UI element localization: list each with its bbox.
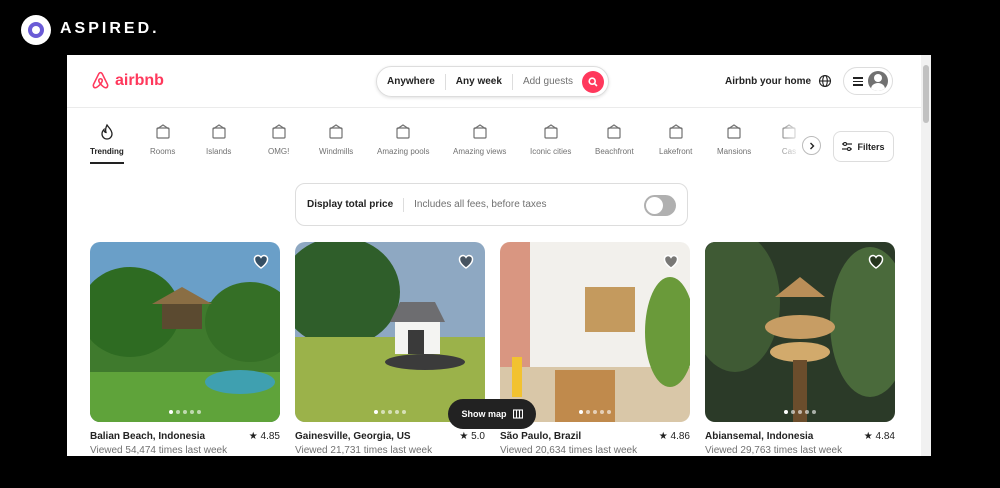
listing-views: Viewed 29,763 times last week [705, 445, 843, 456]
island-icon [212, 124, 226, 139]
category-amazing-views[interactable]: Amazing views [453, 123, 506, 156]
listing-photo[interactable] [90, 242, 280, 422]
category-islands[interactable]: Islands [206, 123, 231, 156]
chevron-right-icon [809, 142, 814, 149]
show-map-label: Show map [461, 409, 507, 419]
lake-icon [669, 124, 683, 139]
price-toggle-divider [403, 197, 405, 212]
listing-card[interactable]: Balian Beach, Indonesia ★ 4.85 Viewed 54,4… [90, 242, 280, 456]
category-trending[interactable]: Trending [90, 123, 124, 164]
filters-icon [842, 142, 853, 151]
listing-card[interactable]: Abiansemal, Indonesia ★ 4.84 Viewed 29,763… [705, 242, 895, 456]
airbnb-logo-text: airbnb [115, 71, 164, 89]
airbnb-logo[interactable]: airbnb [90, 70, 164, 91]
category-label: Windmills [319, 147, 354, 156]
trending-icon [101, 123, 113, 140]
bed-icon [156, 124, 170, 139]
category-mansions[interactable]: Mansions [717, 123, 751, 156]
search-anywhere[interactable]: Anywhere [377, 76, 445, 87]
category-lakefront[interactable]: Lakefront [659, 123, 692, 156]
listing-photo[interactable] [295, 242, 485, 422]
top-header: airbnb Anywhere Any week Add guests Airb… [67, 55, 921, 108]
listing-views: Viewed 21,731 times last week [295, 445, 433, 456]
category-next-button[interactable] [802, 136, 821, 155]
search-bar[interactable]: Anywhere Any week Add guests [376, 66, 609, 97]
view-icon [473, 124, 487, 139]
brand-bar: ASPIRED. [0, 0, 1000, 55]
search-add-guests[interactable]: Add guests [513, 76, 583, 87]
category-label: Lakefront [659, 147, 693, 156]
category-beachfront[interactable]: Beachfront [595, 123, 634, 156]
avatar-icon [868, 71, 888, 91]
search-button[interactable] [582, 71, 604, 93]
scrollbar-thumb[interactable] [923, 65, 929, 123]
display-total-price-detail: Includes all fees, before taxes [414, 199, 547, 210]
listing-photo[interactable] [705, 242, 895, 422]
photo-pagination-dots [90, 410, 280, 414]
map-icon [512, 409, 523, 419]
listing-location: São Paulo, Brazil [500, 431, 582, 442]
category-label: Rooms [150, 147, 176, 156]
user-menu-button[interactable] [843, 67, 893, 95]
hamburger-menu-icon [853, 77, 863, 86]
listing-rating: ★ 5.0 [459, 431, 485, 442]
mansion-icon [727, 124, 741, 139]
listing-photo[interactable] [500, 242, 690, 422]
listing-title-row: São Paulo, Brazil ★ 4.86 [500, 431, 690, 442]
globe-icon[interactable] [818, 74, 832, 88]
category-windmills[interactable]: Windmills [319, 123, 353, 156]
windmill-icon [329, 124, 343, 139]
show-map-button[interactable]: Show map [448, 399, 536, 429]
filters-label: Filters [857, 141, 885, 152]
pool-icon [396, 124, 410, 139]
aspired-logo-icon [21, 15, 51, 45]
browser-page: airbnb Anywhere Any week Add guests Airb… [67, 55, 931, 456]
search-icon [588, 77, 598, 87]
brand-name: ASPIRED. [60, 20, 160, 37]
heart-icon[interactable] [252, 252, 270, 270]
heart-icon[interactable] [662, 252, 680, 270]
ufo-house-icon [272, 124, 286, 139]
beach-icon [607, 124, 621, 139]
listing-title-row: Balian Beach, Indonesia ★ 4.85 [90, 431, 280, 442]
listing-rating: ★ 4.84 [863, 431, 895, 442]
photo-pagination-dots [705, 410, 895, 414]
category-iconic-cities[interactable]: Iconic cities [530, 123, 571, 156]
total-price-toggle[interactable] [644, 195, 676, 216]
category-label: Amazing views [453, 147, 507, 156]
category-omg[interactable]: OMG! [268, 123, 289, 156]
city-icon [544, 124, 558, 139]
listing-views: Viewed 20,634 times last week [500, 445, 638, 456]
category-label: Beachfront [595, 147, 634, 156]
category-label: Islands [206, 147, 232, 156]
page-scrollbar[interactable] [921, 55, 931, 456]
category-label: Mansions [717, 147, 752, 156]
listing-rating: ★ 4.85 [248, 431, 280, 442]
category-rooms[interactable]: Rooms [150, 123, 175, 156]
category-amazing-pools[interactable]: Amazing pools [377, 123, 429, 156]
display-total-price-label: Display total price [307, 199, 394, 210]
listing-views: Viewed 54,474 times last week [90, 445, 228, 456]
heart-icon[interactable] [457, 252, 475, 270]
listing-title-row: Abiansemal, Indonesia ★ 4.84 [705, 431, 895, 442]
search-any-week[interactable]: Any week [446, 76, 512, 87]
listing-title-row: Gainesville, Georgia, US ★ 5.0 [295, 431, 485, 442]
airbnb-logo-icon [92, 71, 109, 89]
category-label: OMG! [268, 147, 290, 156]
display-total-price-panel: Display total price Includes all fees, b… [295, 183, 688, 226]
filters-button[interactable]: Filters [833, 131, 894, 162]
listing-location: Balian Beach, Indonesia [90, 431, 206, 442]
heart-icon[interactable] [867, 252, 885, 270]
listing-rating: ★ 4.86 [658, 431, 690, 442]
listing-location: Gainesville, Georgia, US [295, 431, 411, 442]
category-label: Trending [90, 147, 124, 156]
category-label: Amazing pools [377, 147, 430, 156]
airbnb-your-home-link[interactable]: Airbnb your home [725, 76, 811, 87]
listing-location: Abiansemal, Indonesia [705, 431, 814, 442]
category-label: Iconic cities [530, 147, 572, 156]
